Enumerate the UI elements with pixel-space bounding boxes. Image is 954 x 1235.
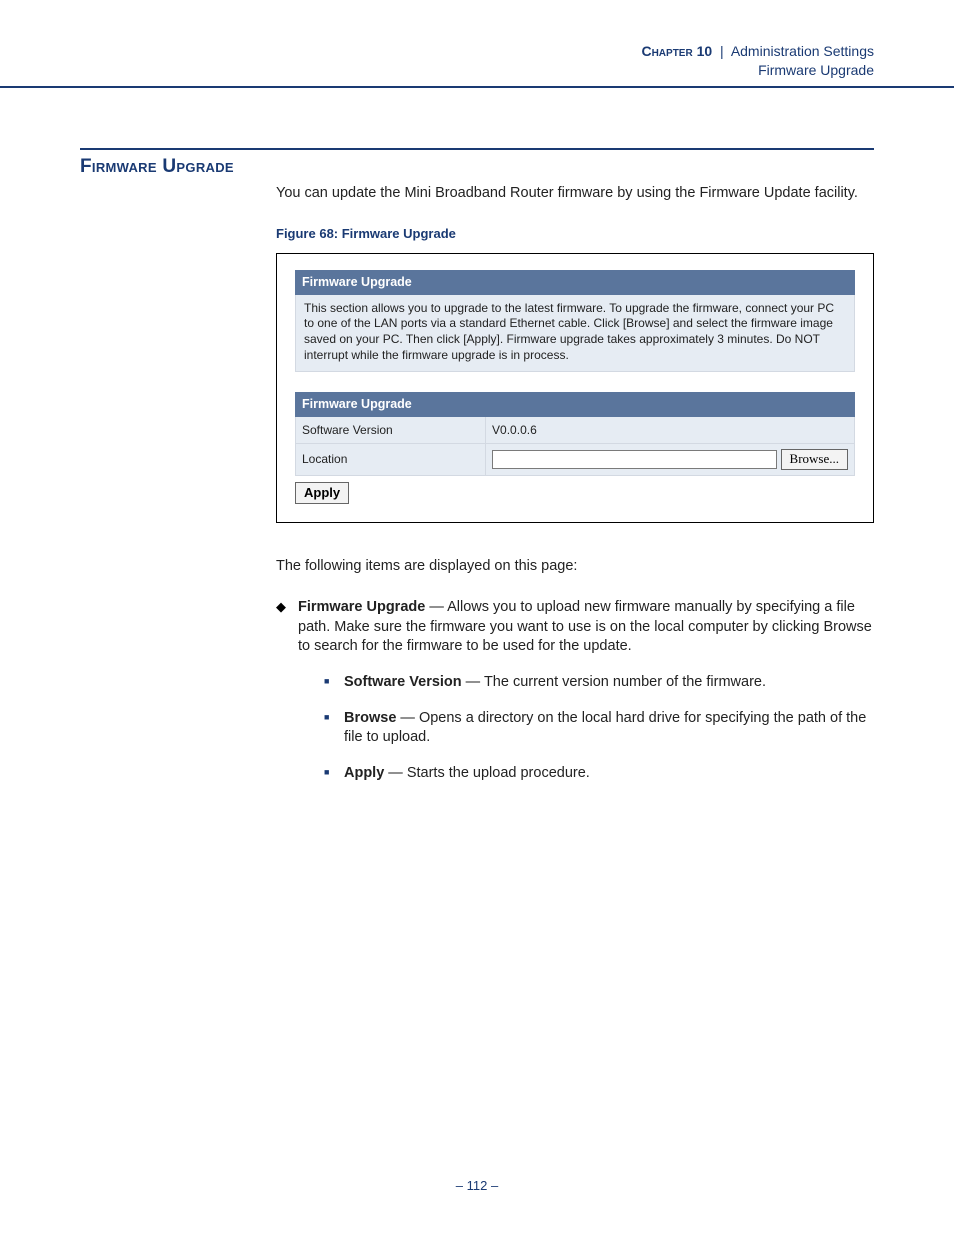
item-text: — The current version number of the firm… — [462, 674, 766, 690]
browse-button[interactable]: Browse... — [781, 449, 848, 469]
chapter-title: Administration Settings — [731, 43, 874, 59]
software-version-value: V0.0.0.6 — [486, 417, 855, 444]
item-term: Browse — [344, 710, 396, 726]
list-item: Browse — Opens a directory on the local … — [324, 709, 874, 748]
list-item: Software Version — The current version n… — [324, 673, 874, 693]
list-item: Firmware Upgrade — Allows you to upload … — [276, 598, 874, 783]
header-separator: | — [716, 43, 728, 59]
section-title: Firmware Upgrade — [80, 156, 874, 178]
location-label: Location — [296, 444, 486, 475]
item-term: Software Version — [344, 674, 462, 690]
bullet-list: Firmware Upgrade — Allows you to upload … — [276, 598, 874, 783]
table-row: Location Browse... — [296, 444, 855, 475]
figure-caption: Figure 68: Firmware Upgrade — [276, 225, 874, 243]
screenshot-panel1-text: This section allows you to upgrade to th… — [295, 295, 855, 372]
figure-screenshot: Firmware Upgrade This section allows you… — [276, 253, 874, 523]
screenshot-panel1-header: Firmware Upgrade — [295, 270, 855, 295]
item-term: Apply — [344, 765, 384, 781]
apply-button[interactable]: Apply — [295, 482, 349, 504]
header-subtitle: Firmware Upgrade — [80, 61, 874, 80]
section-rule — [80, 148, 874, 150]
location-input[interactable] — [492, 450, 776, 469]
page-number: – 112 – — [0, 1178, 954, 1193]
page-header: Chapter 10 | Administration Settings Fir… — [0, 0, 954, 88]
screenshot-panel2-header: Firmware Upgrade — [296, 393, 855, 417]
chapter-label: Chapter 10 — [641, 43, 712, 59]
sub-bullet-list: Software Version — The current version n… — [324, 673, 874, 783]
item-term: Firmware Upgrade — [298, 599, 425, 615]
table-row: Software Version V0.0.0.6 — [296, 417, 855, 444]
intro-paragraph: You can update the Mini Broadband Router… — [276, 184, 874, 204]
following-intro: The following items are displayed on thi… — [276, 557, 874, 577]
list-item: Apply — Starts the upload procedure. — [324, 764, 874, 784]
firmware-table: Firmware Upgrade Software Version V0.0.0… — [295, 392, 855, 475]
item-text: — Opens a directory on the local hard dr… — [344, 710, 866, 746]
software-version-label: Software Version — [296, 417, 486, 444]
item-text: — Starts the upload procedure. — [384, 765, 590, 781]
